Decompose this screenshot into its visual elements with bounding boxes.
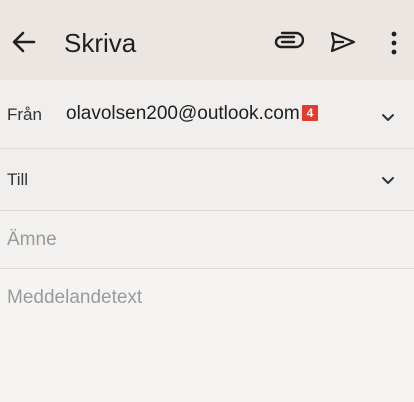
message-body-field[interactable]: Meddelandetext [0, 269, 414, 402]
to-label: Till [7, 170, 29, 189]
more-vert-icon[interactable] [384, 30, 404, 56]
from-field[interactable]: Från olavolsen200@outlook.com 4 [0, 80, 414, 149]
to-field[interactable]: Till [0, 149, 414, 211]
account-badge: 4 [302, 105, 318, 121]
page-title: Skriva [64, 28, 137, 58]
back-arrow-icon[interactable] [10, 28, 38, 56]
subject-placeholder: Ämne [7, 229, 57, 250]
subject-field[interactable]: Ämne [0, 211, 414, 269]
from-account[interactable]: olavolsen200@outlook.com [66, 103, 300, 125]
top-app-bar: Skriva [0, 0, 414, 80]
send-icon[interactable] [330, 31, 356, 53]
attachment-icon[interactable] [272, 30, 305, 54]
body-placeholder: Meddelandetext [7, 287, 143, 308]
chevron-down-icon[interactable] [380, 110, 396, 121]
from-label: Från [7, 105, 42, 124]
chevron-down-icon[interactable] [380, 173, 396, 184]
